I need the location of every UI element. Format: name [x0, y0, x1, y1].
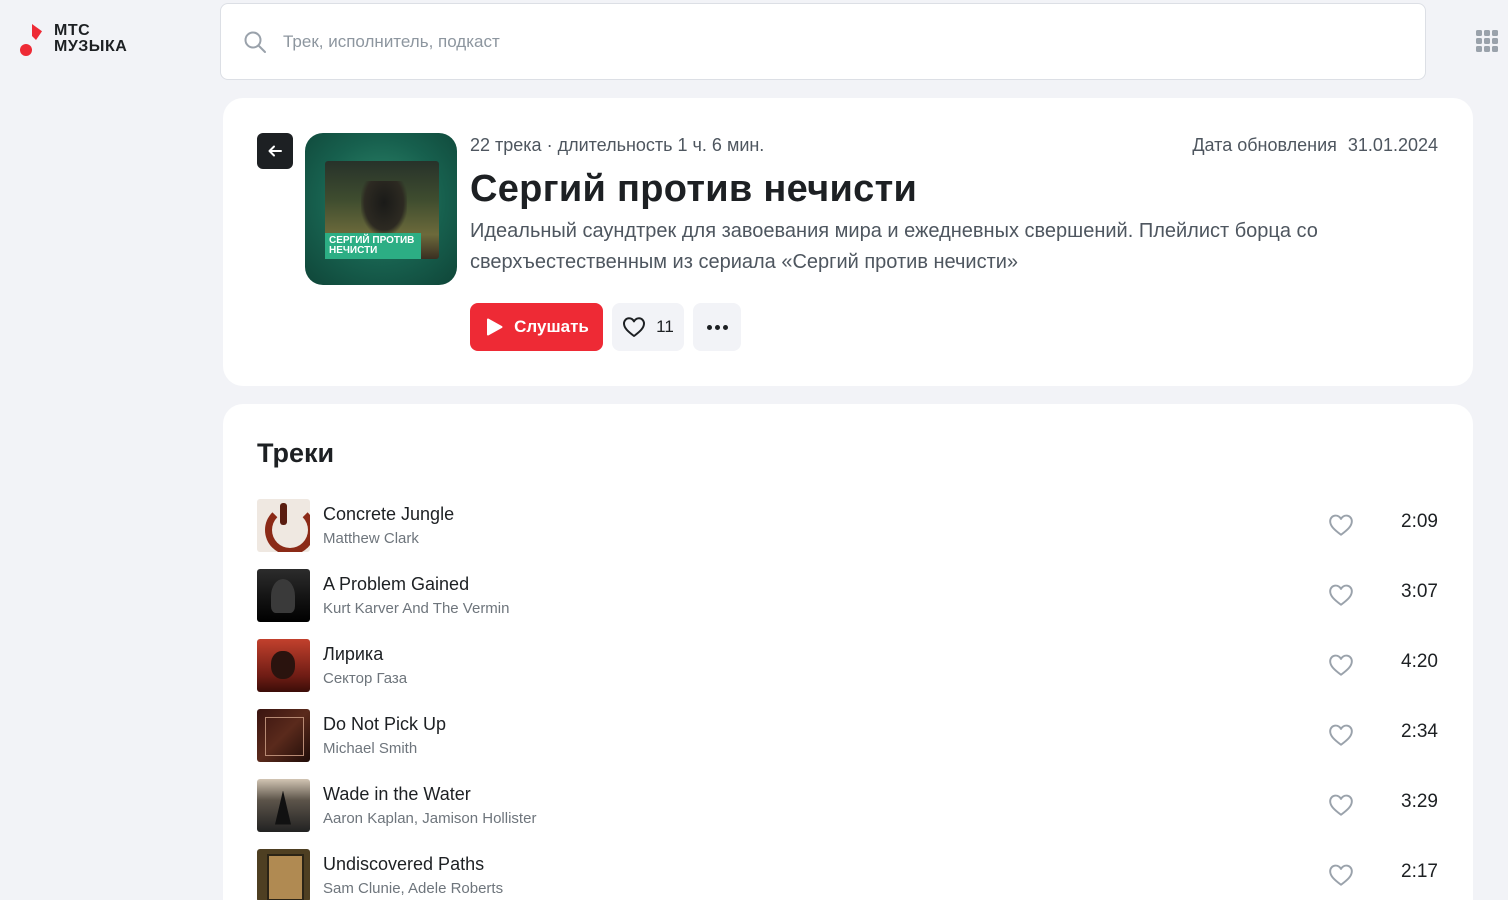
like-button[interactable]: 11	[612, 303, 684, 351]
arrow-left-icon	[268, 145, 282, 157]
logo-line2: МУЗЫКА	[54, 38, 128, 55]
track-cover	[257, 498, 310, 552]
track-name[interactable]: Лирика	[323, 644, 407, 665]
more-button[interactable]	[693, 303, 741, 351]
heart-icon[interactable]	[1328, 792, 1354, 818]
track-cover	[257, 638, 310, 692]
track-artist[interactable]: Aaron Kaplan, Jamison Hollister	[323, 810, 536, 827]
play-icon	[487, 318, 503, 336]
back-button[interactable]	[257, 133, 293, 169]
playlist-description: Идеальный саундтрек для завоевания мира …	[470, 220, 1318, 273]
track-row[interactable]: A Problem Gained Kurt Karver And The Verm…	[257, 560, 1438, 630]
search-icon	[244, 31, 266, 53]
playlist-meta: 22 трека · длительность 1 ч. 6 мин.	[470, 135, 765, 155]
apps-grid-icon[interactable]	[1476, 30, 1498, 52]
track-duration: 3:29	[1401, 791, 1438, 812]
playlist-title: Сергий против нечисти	[470, 168, 918, 210]
play-button[interactable]: Слушать	[470, 303, 603, 351]
track-info: Undiscovered Paths Sam Clunie, Adele Robe…	[323, 854, 503, 897]
playlist-actions: Слушать 11	[470, 303, 741, 351]
tracks-section: Треки Concrete Jungle Matthew Clark 2:09 A …	[223, 404, 1473, 900]
cover-text: СЕРГИЙ ПРОТИВ НЕЧИСТИ	[325, 233, 421, 259]
logo-icon	[18, 22, 46, 56]
track-row[interactable]: Undiscovered Paths Sam Clunie, Adele Robe…	[257, 840, 1438, 900]
heart-icon[interactable]	[1328, 652, 1354, 678]
track-duration: 2:09	[1401, 511, 1438, 532]
track-row[interactable]: Concrete Jungle Matthew Clark 2:09	[257, 490, 1438, 560]
track-row[interactable]: Лирика Сектор Газа 4:20	[257, 630, 1438, 700]
track-duration: 2:17	[1401, 861, 1438, 882]
logo-line1: МТС	[54, 22, 91, 39]
track-name[interactable]: A Problem Gained	[323, 574, 509, 595]
tracks-title: Треки	[257, 438, 335, 468]
heart-icon[interactable]	[1328, 582, 1354, 608]
track-artist[interactable]: Matthew Clark	[323, 530, 454, 547]
search-input[interactable]	[283, 31, 1383, 52]
logo[interactable]: МТС МУЗЫКА	[18, 22, 127, 56]
track-artist[interactable]: Kurt Karver And The Vermin	[323, 600, 509, 617]
track-name[interactable]: Wade in the Water	[323, 784, 536, 805]
playlist-header: СЕРГИЙ ПРОТИВ НЕЧИСТИ 22 трека · длитель…	[223, 98, 1473, 386]
track-artist[interactable]: Michael Smith	[323, 740, 446, 757]
track-cover	[257, 708, 310, 762]
track-artist[interactable]: Sam Clunie, Adele Roberts	[323, 880, 503, 897]
track-duration: 4:20	[1401, 651, 1438, 672]
track-info: A Problem Gained Kurt Karver And The Verm…	[323, 574, 509, 617]
track-cover	[257, 568, 310, 622]
track-cover	[257, 778, 310, 832]
track-duration: 3:07	[1401, 581, 1438, 602]
track-info: Лирика Сектор Газа	[323, 644, 407, 687]
heart-icon[interactable]	[1328, 722, 1354, 748]
track-row[interactable]: Wade in the Water Aaron Kaplan, Jamison H…	[257, 770, 1438, 840]
heart-icon[interactable]	[1328, 862, 1354, 888]
more-icon	[706, 324, 712, 330]
updated-info: Дата обновления 31.01.2024	[1192, 135, 1438, 156]
updated-label: Дата обновления	[1192, 135, 1337, 155]
like-count: 11	[656, 317, 674, 336]
logo-text: МТС МУЗЫКА	[54, 23, 127, 55]
track-artist[interactable]: Сектор Газа	[323, 670, 407, 687]
track-info: Do Not Pick Up Michael Smith	[323, 714, 446, 757]
search-bar[interactable]	[220, 3, 1426, 80]
track-name[interactable]: Undiscovered Paths	[323, 854, 503, 875]
track-info: Wade in the Water Aaron Kaplan, Jamison H…	[323, 784, 536, 827]
track-name[interactable]: Concrete Jungle	[323, 504, 454, 525]
updated-date: 31.01.2024	[1347, 135, 1438, 155]
playlist-cover: СЕРГИЙ ПРОТИВ НЕЧИСТИ	[305, 133, 457, 285]
play-label: Слушать	[514, 317, 589, 336]
app: МТС МУЗЫКА СЕРГИЙ ПРОТИВ НЕЧИСТИ 22 трек…	[0, 0, 1508, 900]
track-duration: 2:34	[1401, 721, 1438, 742]
track-name[interactable]: Do Not Pick Up	[323, 714, 446, 735]
track-info: Concrete Jungle Matthew Clark	[323, 504, 454, 547]
heart-icon	[623, 317, 646, 337]
track-list: Concrete Jungle Matthew Clark 2:09 A Proble…	[257, 490, 1438, 900]
track-row[interactable]: Do Not Pick Up Michael Smith 2:34	[257, 700, 1438, 770]
heart-icon[interactable]	[1328, 512, 1354, 538]
track-cover	[257, 848, 310, 900]
